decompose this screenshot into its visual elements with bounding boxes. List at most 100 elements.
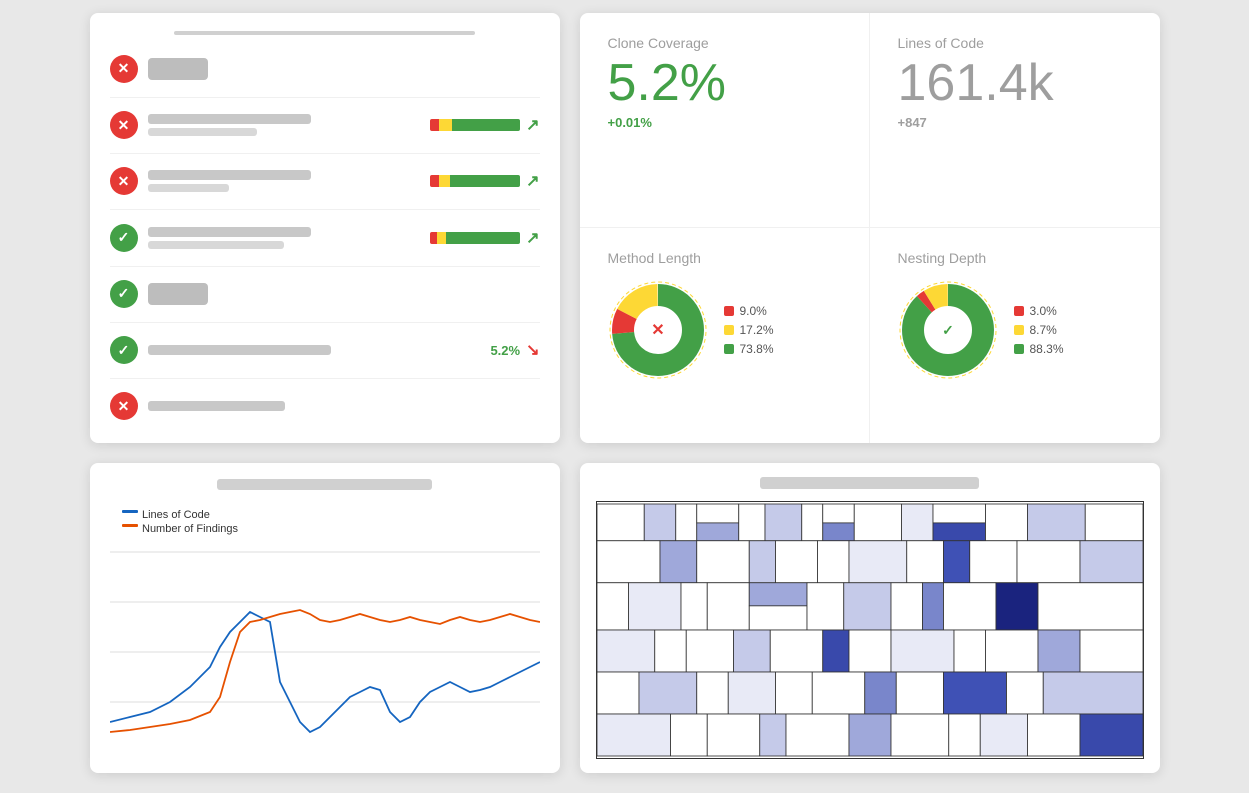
svg-text:Number of Findings: Number of Findings (142, 523, 238, 535)
legend-item: 9.0% (724, 304, 774, 318)
legend-dot-red (724, 306, 734, 316)
bar-yellow (439, 175, 450, 187)
list-row[interactable]: ✓ (110, 276, 540, 312)
legend-label: 88.3% (1030, 342, 1064, 356)
row-value: 5.2% (490, 343, 520, 358)
bar-red (430, 175, 439, 187)
status-icon-green: ✓ (110, 224, 138, 252)
nesting-depth-donut: ✓ (898, 280, 998, 380)
bar-green (452, 119, 520, 131)
row-label-main (148, 114, 312, 124)
treemap-panel (580, 463, 1160, 773)
main-container: ✕ ✕ ↗ ✕ (70, 0, 1180, 793)
row-label-sub (148, 128, 257, 136)
metric-card-clone-coverage: Clone Coverage 5.2% +0.01% (580, 13, 870, 228)
metric-card-method-length: Method Length ✕ (580, 228, 870, 443)
legend-item: 73.8% (724, 342, 774, 356)
status-icon-green: ✓ (110, 280, 138, 308)
row-label (148, 227, 421, 249)
chart-area: Lines of Code Number of Findings (110, 502, 540, 757)
lines-of-code-change: +847 (898, 115, 1132, 130)
list-header-bar (174, 31, 475, 35)
mini-bar (430, 232, 520, 244)
metric-card-lines-of-code: Lines of Code 161.4k +847 (870, 13, 1160, 228)
svg-text:Lines of Code: Lines of Code (142, 509, 210, 521)
arrow-up-icon: ↗ (526, 228, 539, 248)
status-icon-red: ✕ (110, 167, 138, 195)
row-bar-container: ↗ (430, 228, 539, 248)
bar-yellow (439, 119, 452, 131)
metric-card-nesting-depth: Nesting Depth ✓ (870, 228, 1160, 443)
legend-label: 17.2% (740, 323, 774, 337)
list-row[interactable]: ✕ ↗ (110, 163, 540, 199)
row-label (148, 401, 540, 411)
row-label (148, 170, 421, 192)
bar-yellow (437, 232, 446, 244)
legend-label: 9.0% (740, 304, 767, 318)
legend-label: 73.8% (740, 342, 774, 356)
legend-item: 8.7% (1014, 323, 1064, 337)
bar-red (430, 119, 439, 131)
method-length-legend: 9.0% 17.2% 73.8% (724, 304, 774, 356)
nesting-depth-title: Nesting Depth (898, 250, 1132, 266)
row-label (148, 283, 540, 305)
status-icon-red: ✕ (110, 392, 138, 420)
legend-label: 8.7% (1030, 323, 1057, 337)
status-icon-red: ✕ (110, 55, 138, 83)
list-row[interactable]: ✓ ↗ (110, 220, 540, 256)
list-row[interactable]: ✕ ↗ (110, 107, 540, 143)
donut-container-method: ✕ 9.0% 17.2% 73.8% (608, 272, 841, 380)
row-label-main (148, 170, 312, 180)
legend-item: 3.0% (1014, 304, 1064, 318)
row-label (148, 58, 540, 80)
legend-dot-red (1014, 306, 1024, 316)
chart-header-bar (217, 479, 432, 490)
treemap-area (596, 501, 1144, 759)
bar-green (450, 175, 520, 187)
clone-coverage-change: +0.01% (608, 115, 841, 130)
row-label-main (148, 345, 331, 355)
legend-item: 88.3% (1014, 342, 1064, 356)
status-icon-green: ✓ (110, 336, 138, 364)
mini-bar (430, 119, 520, 131)
arrow-down-icon: ↘ (526, 340, 539, 360)
metrics-panel: Clone Coverage 5.2% +0.01% Lines of Code… (580, 13, 1160, 443)
arrow-up-icon: ↗ (526, 171, 539, 191)
line-chart-svg: Lines of Code Number of Findings (110, 502, 540, 752)
legend-label: 3.0% (1030, 304, 1057, 318)
svg-text:✓: ✓ (942, 322, 954, 338)
lines-of-code-title: Lines of Code (898, 35, 1132, 51)
list-row[interactable]: ✕ (110, 51, 540, 87)
lines-of-code-value: 161.4k (898, 57, 1132, 109)
legend-dot-green (1014, 344, 1024, 354)
legend-dot-yellow (724, 325, 734, 335)
row-label-sub (148, 184, 230, 192)
svg-text:✕: ✕ (651, 322, 664, 339)
list-row[interactable]: ✕ (110, 388, 540, 424)
treemap-svg (597, 502, 1143, 758)
method-length-donut: ✕ (608, 280, 708, 380)
clone-coverage-title: Clone Coverage (608, 35, 841, 51)
legend-item: 17.2% (724, 323, 774, 337)
row-bar-container: ↗ (430, 171, 539, 191)
method-length-title: Method Length (608, 250, 841, 266)
bar-red (430, 232, 437, 244)
legend-dot-yellow (1014, 325, 1024, 335)
status-icon-red: ✕ (110, 111, 138, 139)
donut-container-nesting: ✓ 3.0% 8.7% 88.3% (898, 272, 1132, 380)
row-label-sub (148, 241, 284, 249)
list-panel: ✕ ✕ ↗ ✕ (90, 13, 560, 443)
row-label-main (148, 227, 312, 237)
row-bar-container: ↗ (430, 115, 539, 135)
bar-green (446, 232, 520, 244)
row-label (148, 114, 421, 136)
mini-bar (430, 175, 520, 187)
row-label (148, 345, 481, 355)
clone-coverage-value: 5.2% (608, 57, 841, 109)
arrow-up-icon: ↗ (526, 115, 539, 135)
treemap-header-bar (760, 477, 979, 489)
list-row[interactable]: ✓ 5.2% ↘ (110, 332, 540, 368)
nesting-depth-legend: 3.0% 8.7% 88.3% (1014, 304, 1064, 356)
chart-panel: Lines of Code Number of Findings (90, 463, 560, 773)
legend-dot-green (724, 344, 734, 354)
